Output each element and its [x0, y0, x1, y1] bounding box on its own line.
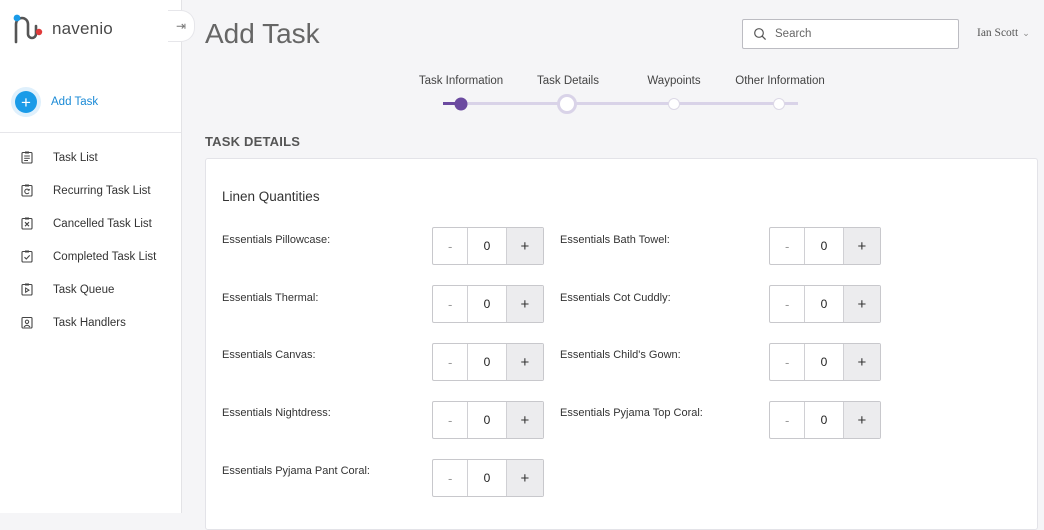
task-list-icon: [20, 151, 33, 164]
step-dot-other-information[interactable]: [773, 97, 785, 110]
field-label: Essentials Child's Gown:: [560, 349, 681, 361]
quantity-value[interactable]: 0: [468, 402, 505, 438]
quantity-stepper: - 0 +: [432, 343, 544, 381]
search-input[interactable]: [773, 27, 947, 41]
plus-circle-icon: +: [15, 91, 37, 113]
decrement-button[interactable]: -: [770, 228, 806, 264]
add-task-button[interactable]: + Add Task: [15, 91, 98, 113]
step-label-task-information[interactable]: Task Information: [419, 75, 503, 87]
decrement-button[interactable]: -: [770, 402, 806, 438]
page-title: Add Task: [205, 18, 320, 49]
step-label-task-details[interactable]: Task Details: [537, 75, 599, 87]
sidebar-item-task-handlers[interactable]: Task Handlers: [0, 306, 181, 339]
field-label: Essentials Canvas:: [222, 349, 316, 361]
navenio-logo-icon: [13, 14, 43, 44]
increment-button[interactable]: +: [505, 344, 543, 380]
quantity-stepper: - 0 +: [769, 401, 881, 439]
sidebar-divider: [0, 132, 181, 133]
add-task-label: Add Task: [51, 96, 99, 108]
increment-button[interactable]: +: [505, 460, 543, 496]
sidebar-nav: Task List Recurring Task List Cancelled …: [0, 141, 181, 339]
section-title: TASK DETAILS: [205, 134, 301, 149]
sidebar-item-task-queue[interactable]: Task Queue: [0, 273, 181, 306]
field-label: Essentials Cot Cuddly:: [560, 292, 671, 304]
quantity-value[interactable]: 0: [468, 228, 505, 264]
quantity-stepper: - 0 +: [769, 343, 881, 381]
sidebar-item-cancelled-task-list[interactable]: Cancelled Task List: [0, 207, 181, 240]
task-handlers-icon: [20, 316, 33, 329]
decrement-button[interactable]: -: [433, 344, 469, 380]
sidebar-item-completed-task-list[interactable]: Completed Task List: [0, 240, 181, 273]
quantity-value[interactable]: 0: [805, 402, 842, 438]
increment-button[interactable]: +: [505, 228, 543, 264]
sidebar: navenio + Add Task Task List Recurring T…: [0, 0, 182, 513]
cancelled-task-icon: [20, 217, 33, 230]
task-queue-icon: [20, 283, 33, 296]
brand-name: navenio: [52, 19, 113, 38]
decrement-button[interactable]: -: [770, 344, 806, 380]
step-label-waypoints[interactable]: Waypoints: [647, 75, 700, 87]
increment-button[interactable]: +: [842, 402, 880, 438]
increment-button[interactable]: +: [842, 228, 880, 264]
quantity-stepper: - 0 +: [769, 227, 881, 265]
quantity-value[interactable]: 0: [468, 344, 505, 380]
chevron-down-icon: ⌄: [1022, 27, 1030, 38]
quantity-stepper: - 0 +: [432, 285, 544, 323]
user-menu[interactable]: Ian Scott ⌄: [977, 27, 1030, 39]
quantity-stepper: - 0 +: [769, 285, 881, 323]
quantity-value[interactable]: 0: [468, 286, 505, 322]
sidebar-item-label: Task Handlers: [53, 316, 126, 329]
sidebar-item-recurring-task-list[interactable]: Recurring Task List: [0, 174, 181, 207]
field-label: Essentials Pyjama Top Coral:: [560, 407, 703, 419]
field-label: Essentials Nightdress:: [222, 407, 331, 419]
collapse-sidebar-icon[interactable]: ⇥: [168, 10, 195, 42]
user-name: Ian Scott: [977, 27, 1019, 39]
quantity-value[interactable]: 0: [805, 344, 842, 380]
recurring-task-icon: [20, 184, 33, 197]
decrement-button[interactable]: -: [433, 286, 469, 322]
sidebar-item-label: Recurring Task List: [53, 184, 151, 197]
sidebar-item-task-list[interactable]: Task List: [0, 141, 181, 174]
stepper-track: [446, 102, 798, 105]
quantity-stepper: - 0 +: [432, 401, 544, 439]
increment-button[interactable]: +: [842, 344, 880, 380]
field-label: Essentials Pillowcase:: [222, 234, 331, 246]
linen-quantities-card: Linen Quantities Essentials Pillowcase: …: [205, 158, 1038, 530]
progress-stepper: Task Information Task Details Waypoints …: [410, 74, 850, 114]
step-dot-task-information[interactable]: [454, 97, 468, 110]
increment-button[interactable]: +: [505, 286, 543, 322]
field-label: Essentials Pyjama Pant Coral:: [222, 465, 370, 477]
quantity-stepper: - 0 +: [432, 227, 544, 265]
sidebar-item-label: Task List: [53, 151, 98, 164]
step-label-other-information[interactable]: Other Information: [735, 75, 824, 87]
decrement-button[interactable]: -: [433, 402, 469, 438]
quantity-value[interactable]: 0: [805, 286, 842, 322]
step-dot-task-details[interactable]: [557, 93, 577, 114]
quantity-value[interactable]: 0: [468, 460, 505, 496]
field-label: Essentials Bath Towel:: [560, 234, 670, 246]
sidebar-item-label: Cancelled Task List: [53, 217, 152, 230]
decrement-button[interactable]: -: [770, 286, 806, 322]
decrement-button[interactable]: -: [433, 460, 469, 496]
decrement-button[interactable]: -: [433, 228, 469, 264]
field-label: Essentials Thermal:: [222, 292, 319, 304]
sidebar-item-label: Task Queue: [53, 283, 115, 296]
increment-button[interactable]: +: [505, 402, 543, 438]
card-title: Linen Quantities: [222, 189, 320, 204]
quantity-value[interactable]: 0: [805, 228, 842, 264]
sidebar-item-label: Completed Task List: [53, 250, 157, 263]
brand-logo[interactable]: navenio: [12, 12, 113, 46]
completed-task-icon: [20, 250, 33, 263]
search-icon: [754, 28, 767, 41]
search-box[interactable]: [742, 19, 959, 49]
quantity-stepper: - 0 +: [432, 459, 544, 497]
increment-button[interactable]: +: [842, 286, 880, 322]
step-dot-waypoints[interactable]: [668, 97, 680, 110]
